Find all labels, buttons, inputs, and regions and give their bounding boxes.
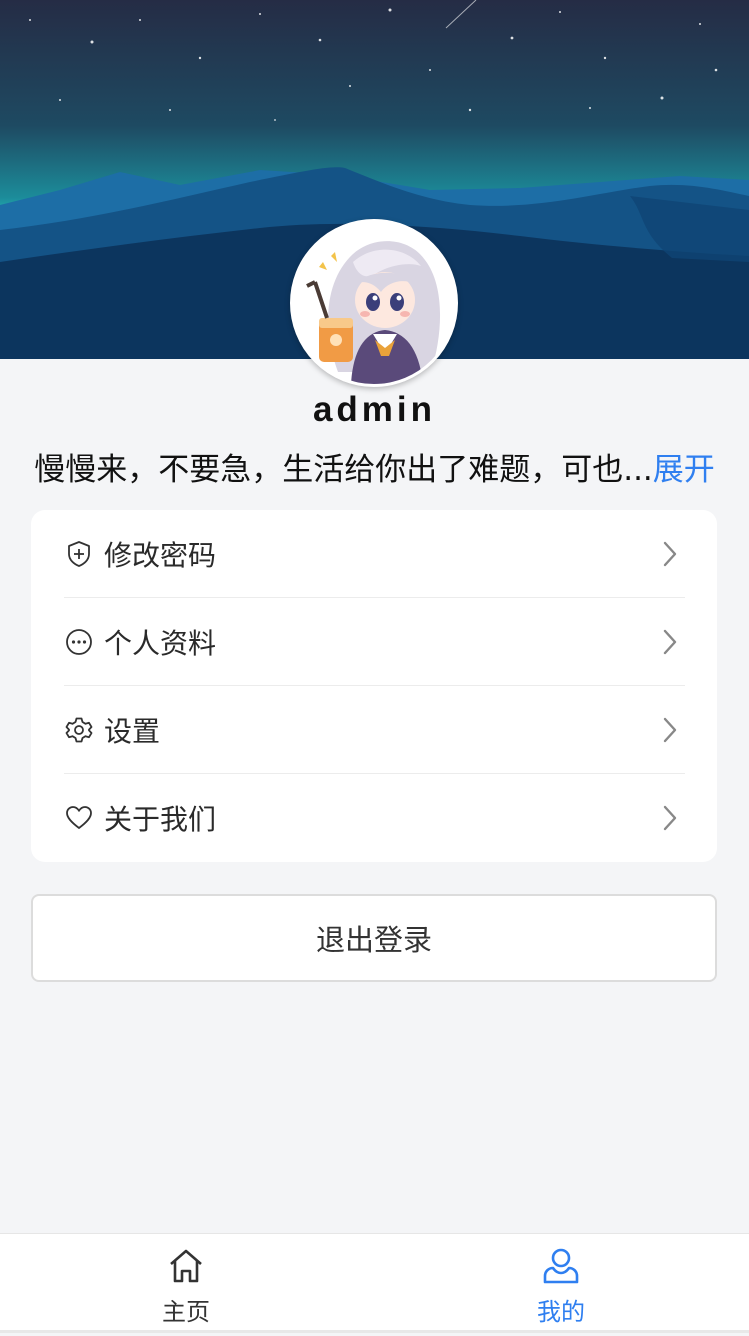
chevron-right-icon [663,805,677,831]
expand-link[interactable]: 展开 [653,452,715,488]
bottom-tab-bar: 主页 我的 [0,1233,749,1333]
gear-icon [64,715,94,745]
shield-plus-icon [64,539,94,569]
home-icon [170,1249,202,1283]
menu-item-label: 关于我们 [104,803,217,836]
more-circle-icon [64,627,94,657]
user-icon [543,1248,579,1284]
chevron-right-icon [663,629,677,655]
menu-item-about-us[interactable]: 关于我们 [64,774,685,862]
logout-button[interactable]: 退出登录 [31,894,717,982]
chevron-right-icon [663,717,677,743]
menu-item-change-password[interactable]: 修改密码 [64,510,685,598]
menu-item-profile-info[interactable]: 个人资料 [64,598,685,686]
tab-mine-label: 我的 [537,1298,585,1326]
profile-page: admin 慢慢来，不要急，生活给你出了难题，可也...展开 修改密码 个人资料… [0,0,749,1336]
tab-home-label: 主页 [162,1298,210,1326]
menu-item-label: 设置 [104,714,161,748]
tab-mine[interactable]: 我的 [471,1234,651,1334]
avatar[interactable] [290,219,458,387]
bio-content: 慢慢来，不要急，生活给你出了难题，可也... [34,452,653,488]
menu-item-label: 个人资料 [104,626,217,660]
chevron-right-icon [663,541,677,567]
heart-icon [64,803,94,833]
menu-item-label: 修改密码 [104,538,217,572]
username: admin [312,390,437,429]
bio-text: 慢慢来，不要急，生活给你出了难题，可也...展开 [0,444,749,489]
menu-item-settings[interactable]: 设置 [64,686,685,774]
tab-home[interactable]: 主页 [96,1234,276,1334]
menu-card: 修改密码 个人资料 设置 关于我们 [31,510,717,862]
